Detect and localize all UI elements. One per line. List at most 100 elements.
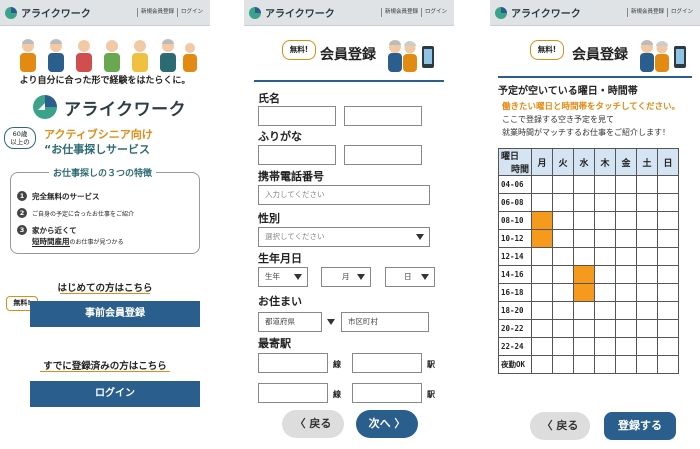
availability-cell[interactable] xyxy=(552,193,574,212)
day-header-5[interactable]: 土 xyxy=(636,148,658,176)
station-input-1[interactable] xyxy=(352,353,422,373)
availability-cell[interactable] xyxy=(531,265,553,284)
availability-cell[interactable] xyxy=(531,355,553,374)
availability-cell[interactable] xyxy=(636,229,658,248)
line-input-1[interactable] xyxy=(258,353,328,373)
availability-cell[interactable] xyxy=(594,193,616,212)
city-input[interactable]: 市区町村 xyxy=(341,312,429,332)
availability-cell[interactable] xyxy=(594,175,616,194)
availability-cell[interactable] xyxy=(552,355,574,374)
availability-cell[interactable] xyxy=(531,229,553,248)
header-logo[interactable]: アライクワーク xyxy=(248,5,335,20)
availability-cell[interactable] xyxy=(573,283,595,302)
availability-cell[interactable] xyxy=(657,247,679,266)
first-name-kana-input[interactable] xyxy=(344,145,422,165)
line-input-2[interactable] xyxy=(258,383,328,403)
availability-cell[interactable] xyxy=(573,337,595,356)
availability-cell[interactable] xyxy=(657,337,679,356)
availability-cell[interactable] xyxy=(594,211,616,230)
header-logo[interactable]: アライクワーク xyxy=(4,5,91,20)
availability-cell[interactable] xyxy=(657,301,679,320)
availability-cell[interactable] xyxy=(636,175,658,194)
availability-cell[interactable] xyxy=(594,265,616,284)
availability-cell[interactable] xyxy=(636,211,658,230)
availability-cell[interactable] xyxy=(615,283,637,302)
availability-cell[interactable] xyxy=(636,319,658,338)
availability-cell[interactable] xyxy=(657,319,679,338)
availability-cell[interactable] xyxy=(552,283,574,302)
availability-cell[interactable] xyxy=(636,337,658,356)
availability-cell[interactable] xyxy=(573,319,595,338)
back-button[interactable]: 〈 戻る xyxy=(530,412,590,440)
availability-cell[interactable] xyxy=(657,229,679,248)
availability-cell[interactable] xyxy=(573,301,595,320)
availability-cell[interactable] xyxy=(636,265,658,284)
availability-cell[interactable] xyxy=(573,247,595,266)
birth-day-select[interactable]: 日 xyxy=(385,267,435,287)
availability-cell[interactable] xyxy=(531,247,553,266)
last-name-kana-input[interactable] xyxy=(258,145,336,165)
back-button[interactable]: 〈 戻る xyxy=(282,410,344,438)
availability-cell[interactable] xyxy=(531,301,553,320)
availability-cell[interactable] xyxy=(657,265,679,284)
availability-cell[interactable] xyxy=(594,337,616,356)
availability-cell[interactable] xyxy=(573,229,595,248)
header-login-link[interactable]: ログイン xyxy=(420,8,450,17)
availability-cell[interactable] xyxy=(657,355,679,374)
availability-cell[interactable] xyxy=(615,193,637,212)
availability-cell[interactable] xyxy=(573,175,595,194)
availability-cell[interactable] xyxy=(531,211,553,230)
availability-cell[interactable] xyxy=(531,319,553,338)
availability-cell[interactable] xyxy=(552,301,574,320)
day-header-2[interactable]: 水 xyxy=(573,148,595,176)
birth-year-select[interactable]: 生年 xyxy=(258,267,308,287)
availability-cell[interactable] xyxy=(531,193,553,212)
availability-cell[interactable] xyxy=(552,229,574,248)
availability-cell[interactable] xyxy=(594,355,616,374)
availability-cell[interactable] xyxy=(636,283,658,302)
first-name-input[interactable] xyxy=(344,106,422,126)
availability-cell[interactable] xyxy=(594,283,616,302)
day-header-0[interactable]: 月 xyxy=(531,148,553,176)
birth-month-select[interactable]: 月 xyxy=(321,267,371,287)
header-login-link[interactable]: ログイン xyxy=(666,8,696,17)
availability-cell[interactable] xyxy=(657,175,679,194)
day-header-4[interactable]: 金 xyxy=(615,148,637,176)
availability-cell[interactable] xyxy=(657,283,679,302)
availability-cell[interactable] xyxy=(636,193,658,212)
header-register-link[interactable]: 新規会員登録 xyxy=(136,8,177,17)
last-name-input[interactable] xyxy=(258,106,336,126)
availability-cell[interactable] xyxy=(615,337,637,356)
phone-input[interactable]: 入力してください xyxy=(258,185,430,205)
availability-cell[interactable] xyxy=(552,211,574,230)
availability-cell[interactable] xyxy=(615,355,637,374)
availability-cell[interactable] xyxy=(552,337,574,356)
submit-button[interactable]: 登録する xyxy=(604,412,676,440)
availability-cell[interactable] xyxy=(636,355,658,374)
availability-cell[interactable] xyxy=(615,247,637,266)
day-header-6[interactable]: 日 xyxy=(657,148,679,176)
availability-cell[interactable] xyxy=(594,319,616,338)
availability-cell[interactable] xyxy=(615,319,637,338)
availability-cell[interactable] xyxy=(531,283,553,302)
availability-cell[interactable] xyxy=(657,193,679,212)
availability-cell[interactable] xyxy=(615,301,637,320)
availability-cell[interactable] xyxy=(615,211,637,230)
availability-cell[interactable] xyxy=(594,229,616,248)
availability-cell[interactable] xyxy=(573,355,595,374)
day-header-1[interactable]: 火 xyxy=(552,148,574,176)
availability-cell[interactable] xyxy=(573,193,595,212)
availability-cell[interactable] xyxy=(615,229,637,248)
availability-cell[interactable] xyxy=(552,247,574,266)
availability-cell[interactable] xyxy=(531,337,553,356)
availability-cell[interactable] xyxy=(615,175,637,194)
availability-cell[interactable] xyxy=(615,265,637,284)
header-logo[interactable]: アライクワーク xyxy=(494,5,581,20)
availability-cell[interactable] xyxy=(552,265,574,284)
station-input-2[interactable] xyxy=(352,383,422,403)
availability-cell[interactable] xyxy=(594,247,616,266)
prefecture-select[interactable]: 都道府県 xyxy=(258,312,322,332)
availability-cell[interactable] xyxy=(573,211,595,230)
gender-select[interactable]: 選択してください xyxy=(258,227,430,247)
day-header-3[interactable]: 木 xyxy=(594,148,616,176)
